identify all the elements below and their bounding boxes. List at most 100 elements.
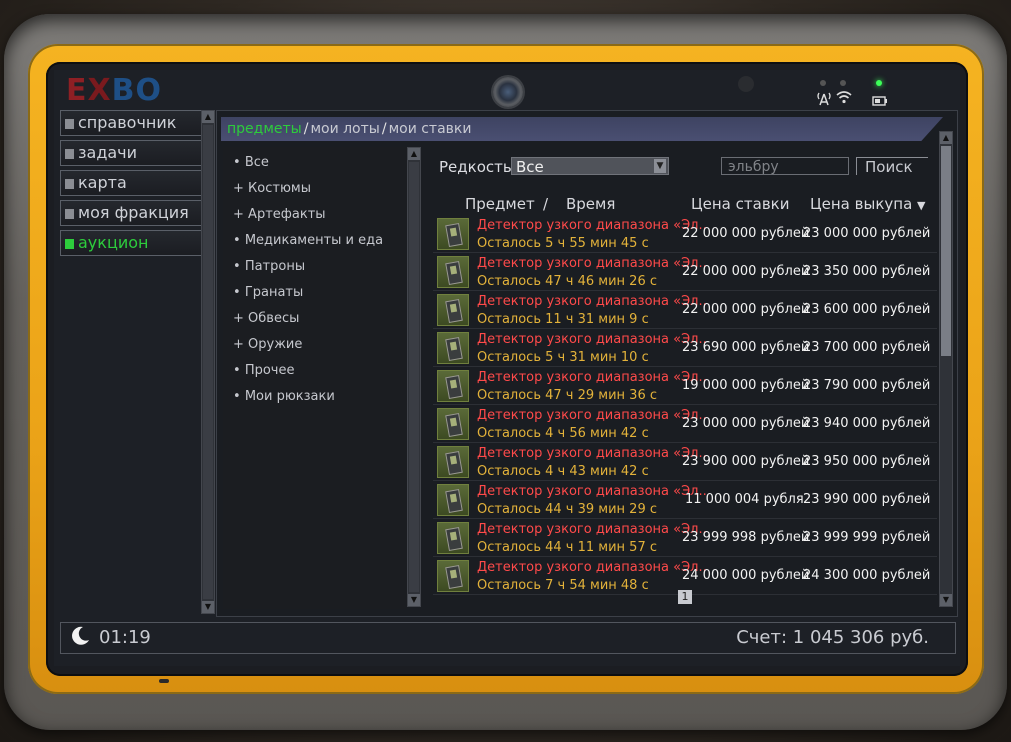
lot-buyout-price: 23 000 000 рублей [803,226,931,241]
logo-letters-bo: BO [111,73,163,108]
account-balance: Счет: 1 045 306 руб. [736,627,929,648]
sidebar-item-map[interactable]: карта [60,170,203,196]
header-bid-price[interactable]: Цена ставки [691,195,789,213]
moon-icon [69,625,91,653]
tab-items[interactable]: предметы [221,121,302,137]
sort-desc-icon: ▼ [917,199,926,212]
rarity-value: Все [516,158,544,176]
signal-icon [816,90,832,110]
lot-buyout-price: 23 990 000 рублей [803,492,931,507]
header-separator: / [543,195,549,213]
chevron-down-icon[interactable]: ▼ [654,159,666,173]
detector-icon [437,446,469,478]
lot-bid-price: 22 000 000 рублей [682,302,810,317]
category-item[interactable]: • Медикаменты и еда [233,233,383,248]
scrollbar-thumb[interactable] [941,146,951,356]
lot-bid-price: 23 690 000 рублей [682,340,810,355]
category-item[interactable]: • Все [233,155,269,170]
scroll-down-icon[interactable]: ▼ [940,594,952,606]
detector-icon [437,332,469,364]
category-scrollbar[interactable]: ▲ ▼ [407,147,421,607]
scroll-up-icon[interactable]: ▲ [408,148,420,160]
page-number-button[interactable]: 1 [678,590,692,604]
lot-time-left: Осталось 47 ч 29 мин 36 с [477,388,657,403]
header-item[interactable]: Предмет [465,195,535,213]
scroll-down-icon[interactable]: ▼ [202,601,214,613]
lot-row[interactable]: Детектор узкого диапазона «Эл.. Осталось… [433,253,937,291]
lot-row[interactable]: Детектор узкого диапазона «Эл.. Осталось… [433,481,937,519]
lot-bid-price: 23 000 000 рублей [682,416,810,431]
auction-tabs: предметы / мои лоты / мои ставки [221,117,943,141]
detector-icon [437,560,469,592]
category-item[interactable]: • Патроны [233,259,305,274]
scroll-down-icon[interactable]: ▼ [408,594,420,606]
category-item[interactable]: • Гранаты [233,285,303,300]
sidebar-nav: справочник задачи карта моя фракция аукц… [60,110,220,260]
lot-name: Детектор узкого диапазона «Эл.. [477,408,707,423]
sidebar-scrollbar[interactable]: ▲ ▼ [201,110,215,614]
lot-row[interactable]: Детектор узкого диапазона «Эл.. Осталось… [433,329,937,367]
lot-time-left: Осталось 47 ч 46 мин 26 с [477,274,657,289]
power-led [876,80,882,86]
bullet-icon: • [233,155,241,170]
lot-buyout-price: 23 600 000 рублей [803,302,931,317]
header-buyout-label: Цена выкупа [810,195,913,213]
detector-icon [437,408,469,440]
sidebar-item-label: аукцион [78,233,149,252]
detector-icon [437,294,469,326]
category-item[interactable]: • Прочее [233,363,294,378]
lot-row[interactable]: Детектор узкого диапазона «Эл.. Осталось… [433,443,937,481]
detector-icon [437,256,469,288]
sidebar-item-faction[interactable]: моя фракция [60,200,203,226]
clock: 01:19 [99,627,151,648]
rarity-select[interactable]: Все ▼ [511,157,669,176]
header-time[interactable]: Время [566,195,615,213]
category-item[interactable]: • Мои рюкзаки [233,389,335,404]
lot-time-left: Осталось 44 ч 39 мин 29 с [477,502,657,517]
expand-icon: + [233,181,244,196]
sidebar-item-auction[interactable]: аукцион [60,230,203,256]
lot-list-scrollbar[interactable]: ▲ ▼ [939,131,953,607]
sidebar-item-label: справочник [78,113,177,132]
category-item[interactable]: + Оружие [233,337,302,352]
lot-time-left: Осталось 4 ч 56 мин 42 с [477,426,649,441]
category-item[interactable]: + Артефакты [233,207,326,222]
category-item[interactable]: + Обвесы [233,311,299,326]
bullet-icon: • [233,389,241,404]
lot-buyout-price: 23 999 999 рублей [803,530,931,545]
category-label: Прочее [244,363,295,378]
tab-my-lots[interactable]: мои лоты [310,121,379,137]
detector-icon [437,484,469,516]
category-label: Оружие [248,337,303,352]
tab-my-bids[interactable]: мои ставки [389,121,472,137]
lot-row[interactable]: Детектор узкого диапазона «Эл.. Осталось… [433,215,937,253]
expand-icon: + [233,207,244,222]
category-item[interactable]: + Костюмы [233,181,311,196]
indicator-led [840,80,846,86]
expand-icon: + [233,337,244,352]
category-label: Гранаты [244,285,304,300]
lot-time-left: Осталось 44 ч 11 мин 57 с [477,540,657,555]
lot-buyout-price: 23 350 000 рублей [803,264,931,279]
header-buyout-price[interactable]: Цена выкупа ▼ [810,195,926,213]
lot-bid-price: 22 000 000 рублей [682,264,810,279]
lot-buyout-price: 23 790 000 рублей [803,378,931,393]
sidebar-item-handbook[interactable]: справочник [60,110,203,136]
category-label: Мои рюкзаки [244,389,335,404]
lot-row[interactable]: Детектор узкого диапазона «Эл.. Осталось… [433,519,937,557]
search-input[interactable]: эльбру [721,157,849,175]
indicator-led [820,80,826,86]
sidebar-item-label: карта [78,173,127,192]
category-label: Медикаменты и еда [244,233,384,248]
category-label: Обвесы [248,311,300,326]
search-button[interactable]: Поиск [856,157,928,176]
doc-icon [65,209,74,219]
category-list: • Все + Костюмы + Артефакты • Медикамент… [223,147,407,609]
scroll-up-icon[interactable]: ▲ [202,111,214,123]
lot-row[interactable]: Детектор узкого диапазона «Эл.. Осталось… [433,367,937,405]
scroll-up-icon[interactable]: ▲ [940,132,952,144]
lot-row[interactable]: Детектор узкого диапазона «Эл.. Осталось… [433,405,937,443]
lot-row[interactable]: Детектор узкого диапазона «Эл.. Осталось… [433,291,937,329]
sidebar-item-tasks[interactable]: задачи [60,140,203,166]
lot-buyout-price: 23 950 000 рублей [803,454,931,469]
